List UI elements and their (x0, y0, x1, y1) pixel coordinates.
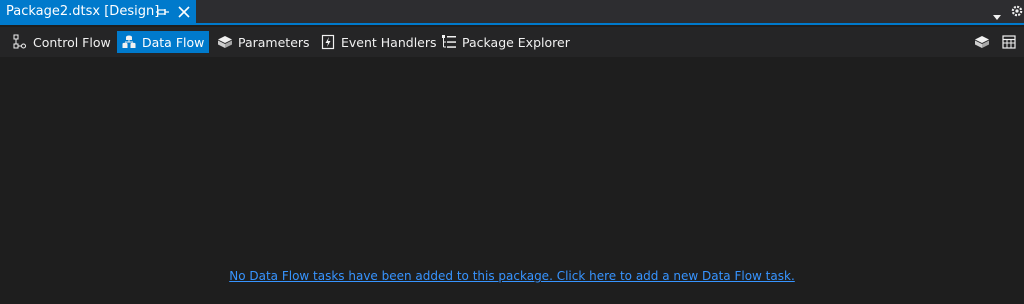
package-explorer-icon (441, 34, 457, 50)
dropdown-icon[interactable] (992, 7, 1002, 20)
close-icon[interactable] (177, 4, 191, 18)
document-tab-package2[interactable]: Package2.dtsx [Design] (0, 0, 196, 23)
data-flow-canvas[interactable]: No Data Flow tasks have been added to th… (0, 57, 1024, 304)
tab-event-handlers[interactable]: Event Handlers (316, 31, 442, 53)
tab-control-flow[interactable]: Control Flow (8, 31, 116, 53)
designer-tab-bar: Control Flow Data Flow Parameters Event … (0, 27, 1024, 57)
tab-event-handlers-label: Event Handlers (341, 34, 437, 50)
tab-data-flow[interactable]: Data Flow (117, 31, 210, 53)
tab-package-explorer-label: Package Explorer (462, 34, 570, 50)
document-tab-strip: Package2.dtsx [Design] (0, 0, 1024, 25)
tab-package-explorer[interactable]: Package Explorer (437, 31, 575, 53)
pin-icon[interactable] (156, 4, 170, 18)
parameters-icon (217, 34, 233, 50)
document-tab-title: Package2.dtsx [Design] (6, 4, 160, 19)
event-handlers-icon (320, 34, 336, 50)
grid-icon[interactable] (1001, 34, 1017, 50)
tab-control-flow-label: Control Flow (33, 34, 111, 50)
package-designer-window: Package2.dtsx [Design] Control Flow Data… (0, 0, 1024, 304)
gear-icon[interactable] (1010, 3, 1024, 19)
control-flow-icon (12, 34, 28, 50)
tab-parameters-label: Parameters (238, 34, 310, 50)
tab-parameters[interactable]: Parameters (213, 31, 315, 53)
tab-data-flow-label: Data Flow (142, 34, 205, 50)
variables-icon[interactable] (974, 34, 990, 50)
add-data-flow-task-link[interactable]: No Data Flow tasks have been added to th… (0, 269, 1024, 283)
data-flow-icon (121, 34, 137, 50)
